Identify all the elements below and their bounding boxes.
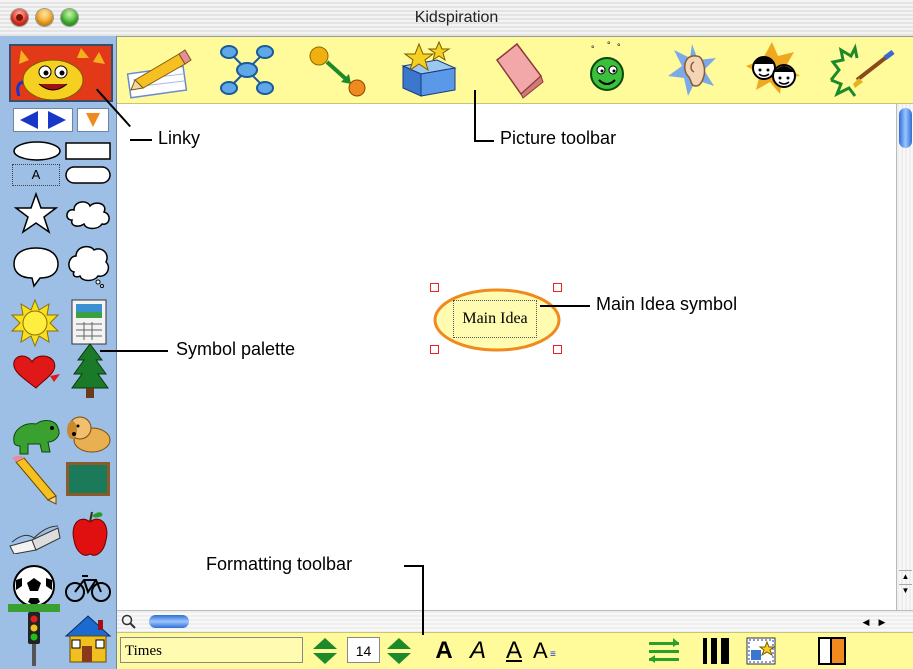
smiley-icon[interactable]: ° ° ° — [577, 40, 637, 100]
text-size-label: A — [533, 638, 548, 663]
underline-button[interactable]: A — [501, 636, 527, 666]
pencil-icon[interactable] — [10, 454, 60, 511]
text-size-button[interactable]: A ≡ — [533, 636, 563, 666]
oval-symbol[interactable] — [12, 140, 62, 167]
speech-bubble-icon[interactable] — [12, 244, 60, 293]
palette-menu-button[interactable] — [77, 108, 109, 132]
italic-button[interactable]: A — [465, 636, 491, 666]
picture-toolbar-callout: Picture toolbar — [500, 128, 617, 148]
font-field[interactable]: Times — [120, 637, 303, 663]
title-bar: Kidspiration — [0, 0, 913, 37]
selection-handle[interactable] — [553, 345, 562, 354]
chalkboard-icon[interactable] — [64, 460, 112, 505]
selection-handle[interactable] — [430, 283, 439, 292]
picture-view-icon[interactable] — [125, 40, 192, 100]
scroll-left-arrow-icon[interactable]: ◀ — [859, 614, 873, 630]
formatting-toolbar-callout: Formatting toolbar — [206, 554, 353, 574]
svg-text:°: ° — [617, 42, 621, 52]
main-idea-callout: Main Idea symbol — [596, 294, 738, 314]
apple-icon[interactable] — [70, 508, 110, 565]
scroll-down-arrow-icon[interactable]: ▼ — [899, 584, 912, 597]
formatting-toolbar-callout-line — [422, 565, 424, 635]
paint-icon[interactable] — [827, 40, 895, 100]
thought-bubble-icon[interactable] — [64, 242, 112, 295]
formatting-toolbar: Times 14 A A A A ≡ — [117, 632, 913, 669]
svg-text:°: ° — [591, 44, 595, 54]
next-arrow-icon[interactable] — [42, 108, 71, 132]
selection-handle[interactable] — [553, 283, 562, 292]
picture-symbol-icon[interactable] — [745, 636, 777, 666]
rounded-rectangle-symbol[interactable] — [64, 164, 112, 191]
chevron-down-icon — [86, 113, 100, 127]
linky-button[interactable] — [9, 44, 113, 102]
bicycle-icon[interactable] — [64, 572, 112, 609]
star-icon[interactable] — [13, 191, 59, 239]
zoom-magnifier-icon[interactable] — [121, 614, 137, 630]
symbol-palette-callout: Symbol palette — [176, 339, 296, 359]
sun-icon[interactable] — [10, 298, 60, 353]
main-idea-callout-line — [540, 305, 590, 307]
font-stepper-icon[interactable] — [311, 636, 339, 666]
listen-icon[interactable] — [662, 40, 722, 100]
book-icon[interactable] — [8, 520, 62, 559]
font-size-field[interactable]: 14 — [347, 637, 380, 663]
symbol-palette-callout-line — [100, 350, 168, 352]
cloud-icon[interactable] — [64, 198, 112, 235]
svg-text:°: ° — [607, 40, 611, 50]
picture-toolbar-callout-line-h — [474, 140, 494, 142]
picture-toolbar: ° ° ° — [117, 37, 913, 104]
symbol-palette: A — [0, 36, 117, 669]
color-icon[interactable] — [817, 636, 847, 666]
previous-arrow-icon[interactable] — [13, 108, 42, 132]
selection-handle[interactable] — [430, 345, 439, 354]
linky-callout: Linky — [158, 128, 201, 148]
dog-icon[interactable] — [64, 410, 114, 463]
formatting-toolbar-callout-line-h — [404, 565, 424, 567]
symbol-box-icon[interactable] — [397, 40, 457, 100]
text-symbol[interactable]: A — [12, 164, 60, 186]
size-stepper-icon[interactable] — [385, 636, 413, 666]
eraser-icon[interactable] — [489, 40, 549, 100]
scroll-right-arrow-icon[interactable]: ▶ — [875, 614, 889, 630]
heart-icon[interactable] — [10, 352, 62, 397]
size-lines-icon: ≡ — [550, 649, 556, 660]
traffic-light-icon[interactable] — [24, 610, 44, 669]
bold-button[interactable]: A — [431, 636, 457, 666]
linky-callout-line-h — [130, 139, 152, 141]
people-icon[interactable] — [742, 40, 802, 100]
vertical-scroll-thumb[interactable] — [899, 108, 912, 148]
link-icon[interactable] — [307, 40, 367, 100]
align-icon[interactable] — [647, 636, 681, 666]
soccer-ball-icon[interactable] — [8, 562, 60, 617]
kidspiration-window: Kidspiration ° ° ° A Main Idea ▲ ▼ ◀ ▶ T… — [0, 0, 913, 669]
main-idea-text[interactable]: Main Idea — [453, 300, 537, 338]
rectangle-symbol[interactable] — [64, 140, 112, 167]
picture-toolbar-callout-line — [474, 90, 476, 142]
horizontal-scroll-thumb[interactable] — [149, 615, 189, 628]
scroll-up-arrow-icon[interactable]: ▲ — [899, 570, 912, 583]
window-title: Kidspiration — [414, 9, 499, 26]
palette-nav — [13, 108, 111, 132]
diagram-icon[interactable] — [217, 40, 277, 100]
horizontal-scrollbar[interactable]: ◀ ▶ — [117, 610, 913, 633]
house-icon[interactable] — [64, 614, 112, 669]
line-style-icon[interactable] — [701, 636, 731, 666]
vertical-scrollbar[interactable]: ▲ ▼ — [896, 104, 913, 610]
